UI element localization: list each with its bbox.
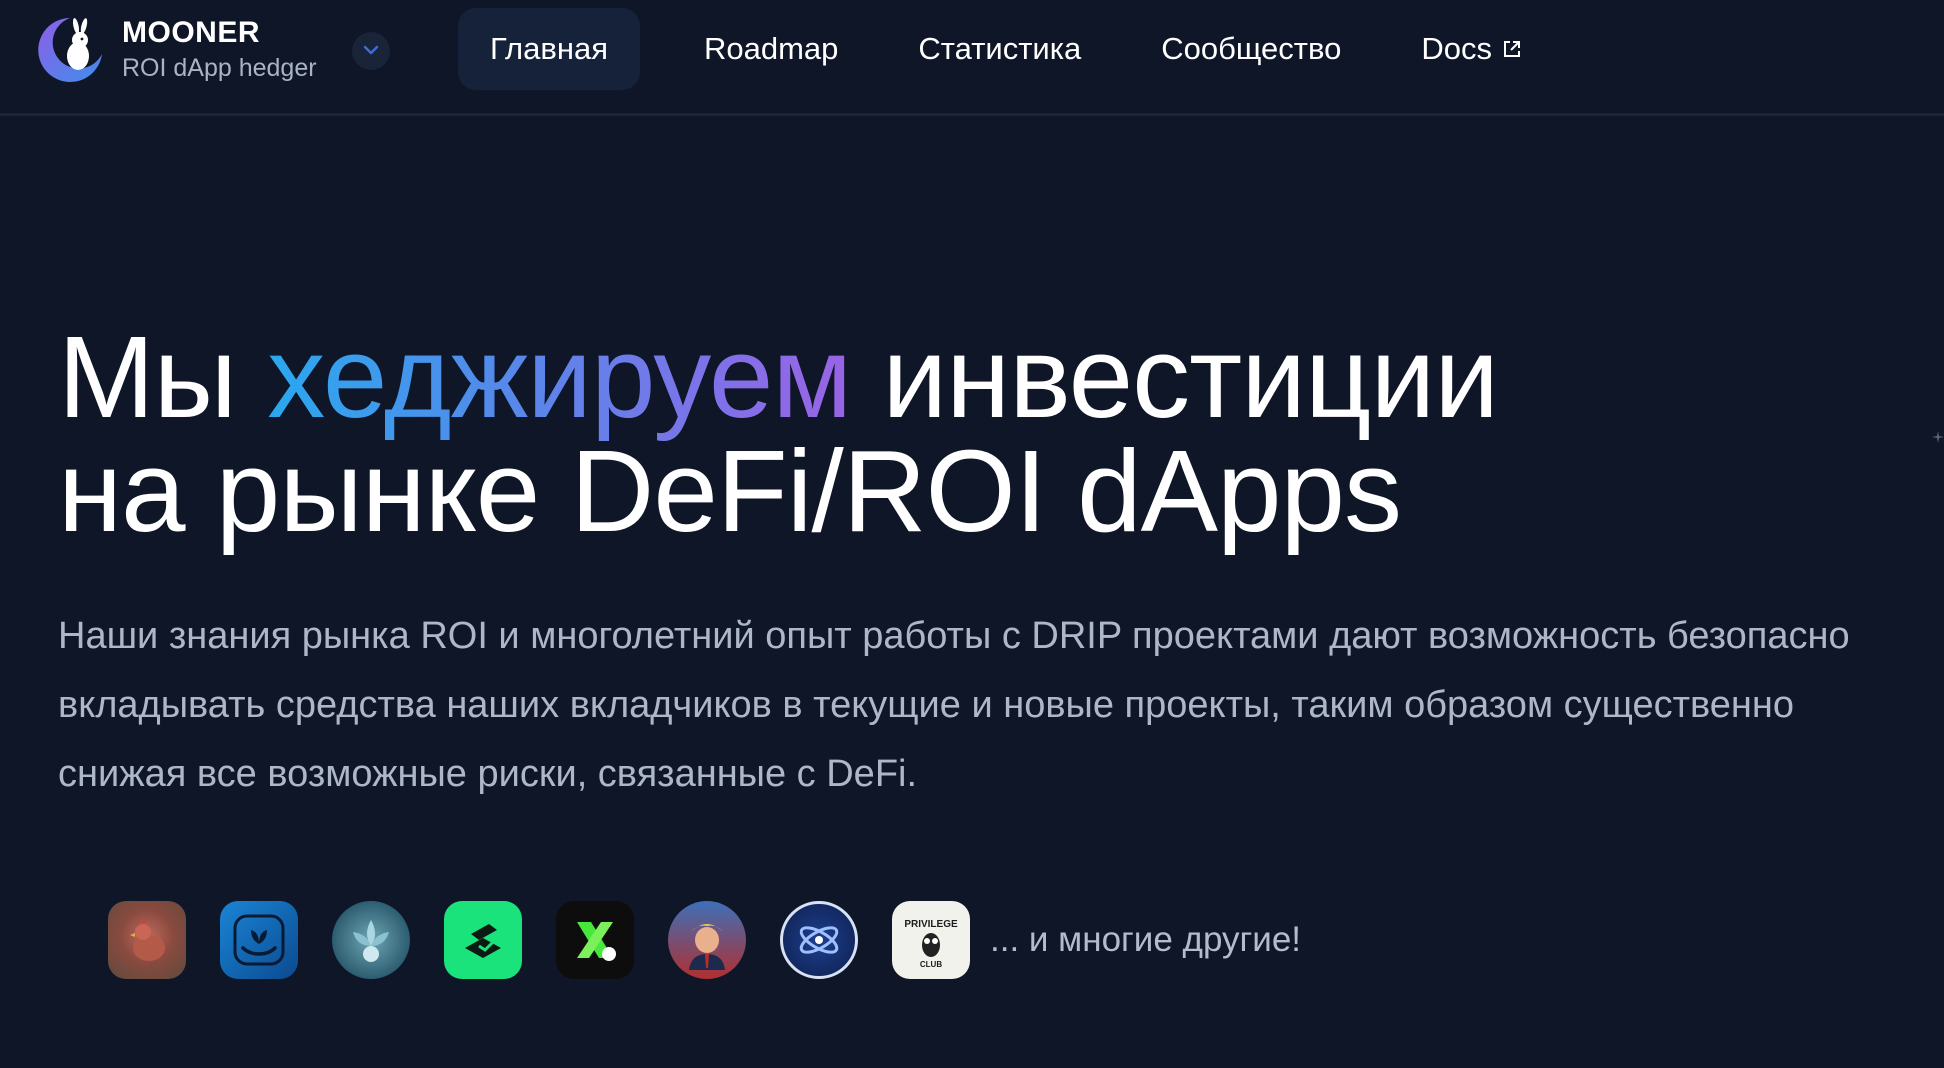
hand-plant-icon[interactable] — [220, 901, 298, 979]
green-printer-icon[interactable] — [444, 901, 522, 979]
nav-item-community[interactable]: Сообщество — [1129, 8, 1373, 90]
blue-flower-icon[interactable] — [332, 901, 410, 979]
brand[interactable]: MOONER ROI dApp hedger — [34, 14, 317, 86]
atom-logo-icon[interactable] — [780, 901, 858, 979]
more-partners-label: ... и многие другие! — [990, 920, 1302, 959]
trump-portrait-icon[interactable] — [668, 901, 746, 979]
external-link-icon — [1502, 39, 1522, 59]
moon-rabbit-icon — [34, 14, 106, 86]
nav-item-statistics[interactable]: Статистика — [886, 8, 1113, 90]
site-header: MOONER ROI dApp hedger Главная Roadmap С… — [0, 0, 1944, 116]
x-logo-icon[interactable] — [556, 901, 634, 979]
chevron-down-icon — [363, 42, 379, 60]
sparkle-icon — [1932, 430, 1944, 443]
main-nav: Главная Roadmap Статистика Сообщество Do… — [458, 8, 1554, 90]
chicken-icon[interactable] — [108, 901, 186, 979]
svg-text:PRIVILEGE: PRIVILEGE — [904, 919, 958, 930]
hero-description: Наши знания рынка ROI и многолетний опыт… — [58, 615, 1850, 795]
nav-item-roadmap[interactable]: Roadmap — [672, 8, 870, 90]
brand-menu-toggle[interactable] — [352, 32, 390, 70]
brand-subtitle: ROI dApp hedger — [122, 54, 317, 82]
svg-text:CLUB: CLUB — [920, 960, 942, 969]
privilege-club-owl-icon[interactable]: PRIVILEGE CLUB — [892, 901, 970, 979]
partner-logos: PRIVILEGE CLUB ... и многие другие! — [108, 900, 1301, 980]
hero-title: Мы хеджируем инвестиции на рынке DeFi/RO… — [58, 312, 1499, 556]
nav-item-home[interactable]: Главная — [458, 8, 640, 90]
brand-name: MOONER — [122, 16, 260, 49]
hero-highlight: хеджируем — [267, 312, 852, 442]
nav-item-docs[interactable]: Docs — [1389, 8, 1554, 90]
